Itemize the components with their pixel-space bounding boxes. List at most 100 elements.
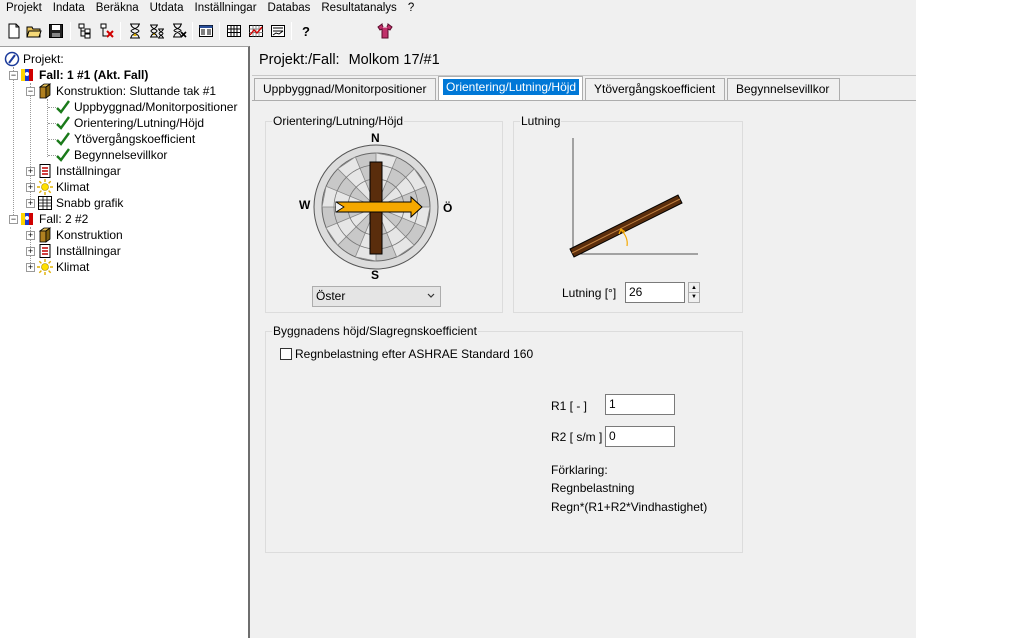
- settings-document-icon: [37, 163, 53, 179]
- tree-connector: [13, 67, 14, 221]
- hourglass-delete-icon[interactable]: [170, 22, 188, 40]
- tree-structure-icon[interactable]: [76, 22, 94, 40]
- menu-berakna[interactable]: Beräkna: [90, 1, 144, 15]
- checkmark-icon: [55, 99, 71, 115]
- open-folder-icon[interactable]: [25, 22, 43, 40]
- properties-icon[interactable]: [197, 22, 215, 40]
- toolbar-separator: [70, 22, 71, 40]
- settings-document-icon: [37, 243, 53, 259]
- diagram-icon[interactable]: [269, 22, 287, 40]
- tree-item-case-2-settings[interactable]: Inställningar: [37, 243, 121, 259]
- menu-installningar[interactable]: Inställningar: [189, 1, 262, 15]
- slope-group-title: Lutning: [520, 114, 562, 128]
- tab-layout[interactable]: Uppbyggnad/Monitorpositioner: [254, 78, 436, 100]
- menubar: Projekt Indata Beräkna Utdata Inställnin…: [0, 0, 916, 16]
- menu-projekt[interactable]: Projekt: [0, 1, 47, 15]
- slope-spinner[interactable]: ▲ ▼: [688, 282, 700, 303]
- svg-text:?: ?: [302, 24, 310, 39]
- menu-utdata[interactable]: Utdata: [144, 1, 189, 15]
- spin-up-icon[interactable]: ▲: [689, 283, 699, 292]
- page-title-prefix: Projekt:/Fall:: [259, 52, 340, 68]
- hourglass-icon[interactable]: [126, 22, 144, 40]
- tree-item-case-2-climate-label: Klimat: [56, 260, 90, 274]
- page-title-value: Molkom 17/#1: [348, 52, 440, 68]
- tab-surface-coefficient-label: Ytövergångskoefficient: [594, 82, 716, 96]
- main-panel: Projekt:/Fall: Molkom 17/#1 Uppbyggnad/Mo…: [252, 46, 916, 638]
- compass-rose[interactable]: [298, 136, 448, 278]
- tree-item-layout[interactable]: Uppbyggnad/Monitorpositioner: [55, 99, 237, 115]
- spin-down-icon[interactable]: ▼: [689, 292, 699, 301]
- building-group-title: Byggnadens höjd/Slagregnskoefficient: [272, 324, 478, 338]
- new-file-icon[interactable]: [5, 22, 23, 40]
- tree-item-construction[interactable]: Konstruktion: Sluttande tak #1: [37, 83, 216, 99]
- chart-grid-icon[interactable]: [247, 22, 265, 40]
- direction-select[interactable]: Öster: [312, 286, 441, 307]
- tree-item-case-1[interactable]: Fall: 1 #1 (Akt. Fall): [20, 67, 148, 83]
- tree-item-case-2-settings-label: Inställningar: [56, 244, 121, 258]
- tree-item-case-2[interactable]: Fall: 2 #2: [20, 211, 88, 227]
- toolbar-separator: [291, 22, 292, 40]
- direction-select-value: Öster: [316, 289, 346, 303]
- r1-input[interactable]: 1: [605, 394, 675, 415]
- tab-orientation[interactable]: Orientering/Lutning/Höjd: [438, 76, 583, 100]
- help-icon[interactable]: ?: [297, 22, 315, 40]
- expand-collapse-icon[interactable]: −: [9, 215, 18, 224]
- hourglass-multiple-icon[interactable]: [148, 22, 166, 40]
- save-icon[interactable]: [47, 22, 65, 40]
- tree-item-quick-graph[interactable]: Snabb grafik: [37, 195, 123, 211]
- menu-resultatanalys[interactable]: Resultatanalys: [315, 1, 401, 15]
- tree-item-climate[interactable]: Klimat: [37, 179, 89, 195]
- tree-item-case-2-label: Fall: 2 #2: [39, 212, 89, 226]
- expand-collapse-icon[interactable]: +: [26, 183, 35, 192]
- tree-item-case-2-construction-label: Konstruktion: [56, 228, 123, 242]
- explanation-label: Förklaring:: [551, 463, 608, 477]
- checkmark-icon: [55, 147, 71, 163]
- tree-root[interactable]: Projekt:: [4, 51, 64, 67]
- expand-collapse-icon[interactable]: +: [26, 167, 35, 176]
- tree-item-settings[interactable]: Inställningar: [37, 163, 121, 179]
- tree-item-initial-conditions-label: Begynnelsevillkor: [74, 148, 168, 162]
- orientation-group: Orientering/Lutning/Höjd N S W Ö Öster: [265, 114, 503, 313]
- tshirt-icon[interactable]: [376, 22, 394, 40]
- menu-help[interactable]: ?: [402, 1, 419, 15]
- desktop-background: [916, 0, 1024, 638]
- page-title: Projekt:/Fall: Molkom 17/#1: [259, 52, 440, 68]
- tree-item-climate-label: Klimat: [56, 180, 90, 194]
- compass-north-label: N: [371, 131, 380, 145]
- tab-layout-label: Uppbyggnad/Monitorpositioner: [263, 82, 427, 96]
- tab-content: Orientering/Lutning/Höjd N S W Ö Öster L…: [252, 100, 916, 638]
- ashrae-checkbox[interactable]: [280, 348, 292, 360]
- tab-initial-conditions[interactable]: Begynnelsevillkor: [727, 78, 840, 100]
- slope-label: Lutning [°]: [562, 286, 617, 300]
- table-grid-icon: [37, 195, 53, 211]
- tree-item-orientation[interactable]: Orientering/Lutning/Höjd: [55, 115, 204, 131]
- tree-item-construction-label: Konstruktion: Sluttande tak #1: [56, 84, 217, 98]
- checkmark-icon: [55, 115, 71, 131]
- expand-collapse-icon[interactable]: +: [26, 231, 35, 240]
- compass-west-label: W: [299, 198, 311, 212]
- tree-item-case-2-construction[interactable]: Konstruktion: [37, 227, 123, 243]
- menu-databas[interactable]: Databas: [262, 1, 316, 15]
- tree-item-orientation-label: Orientering/Lutning/Höjd: [74, 116, 205, 130]
- tree-item-surface-coefficient[interactable]: Ytövergångskoefficient: [55, 131, 195, 147]
- menu-indata[interactable]: Indata: [47, 1, 90, 15]
- toolbar: ?: [0, 17, 916, 45]
- checkmark-icon: [55, 131, 71, 147]
- slope-input[interactable]: 26: [625, 282, 685, 303]
- r2-input[interactable]: 0: [605, 426, 675, 447]
- expand-collapse-icon[interactable]: −: [9, 71, 18, 80]
- expand-collapse-icon[interactable]: +: [26, 199, 35, 208]
- construction-layers-icon: [37, 83, 53, 99]
- expand-collapse-icon[interactable]: +: [26, 263, 35, 272]
- tree-item-case-2-climate[interactable]: Klimat: [37, 259, 89, 275]
- tab-surface-coefficient[interactable]: Ytövergångskoefficient: [585, 78, 725, 100]
- explanation-line-1: Regnbelastning: [551, 481, 635, 495]
- tree-item-case-1-label: Fall: 1 #1 (Akt. Fall): [39, 68, 149, 82]
- toolbar-separator: [219, 22, 220, 40]
- tree-item-surface-coefficient-label: Ytövergångskoefficient: [74, 132, 196, 146]
- delete-tree-icon[interactable]: [98, 22, 116, 40]
- expand-collapse-icon[interactable]: +: [26, 247, 35, 256]
- expand-collapse-icon[interactable]: −: [26, 87, 35, 96]
- layer-grid-icon[interactable]: [225, 22, 243, 40]
- tree-item-initial-conditions[interactable]: Begynnelsevillkor: [55, 147, 167, 163]
